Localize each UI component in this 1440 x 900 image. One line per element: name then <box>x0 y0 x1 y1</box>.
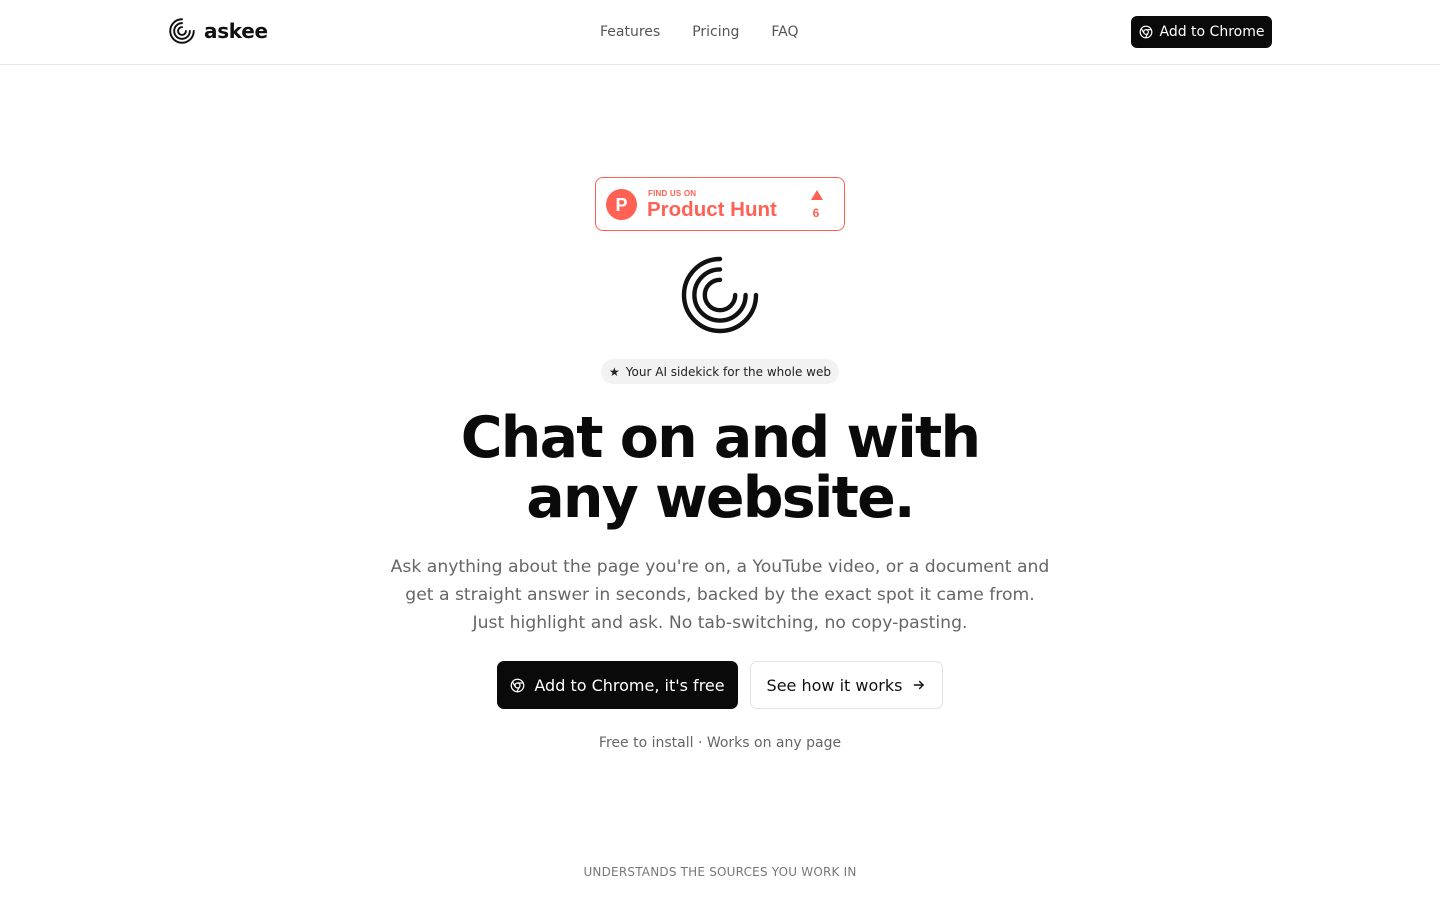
star-icon: ★ <box>609 364 620 379</box>
header-cta-label: Add to Chrome <box>1159 24 1265 40</box>
header-add-to-chrome-button[interactable]: Add to Chrome <box>1131 16 1272 48</box>
product-hunt-big-text: Product Hunt <box>647 198 777 221</box>
chrome-icon <box>510 678 525 693</box>
install-fine-print: Free to install · Works on any page <box>598 735 842 751</box>
sources-section-label: UNDERSTANDS THE SOURCES YOU WORK IN <box>583 865 857 879</box>
nav-link-pricing[interactable]: Pricing <box>692 22 739 42</box>
nav-link-features[interactable]: Features <box>600 22 660 42</box>
spiral-logo-icon <box>168 17 196 45</box>
chrome-icon <box>1139 25 1153 39</box>
brand-logo-link[interactable]: askee <box>168 16 268 46</box>
hero-headline-line-2: any website. <box>526 465 915 531</box>
secondary-cta-label: See how it works <box>766 675 903 695</box>
hero-subtext: Ask anything about the page you're on, a… <box>390 557 1050 633</box>
brand-name: askee <box>204 19 268 43</box>
nav-link-faq[interactable]: FAQ <box>771 22 798 42</box>
main-nav: Features Pricing FAQ <box>600 22 799 42</box>
upvote-triangle-icon <box>811 190 823 200</box>
product-hunt-small-text: FIND US ON <box>648 189 697 198</box>
product-hunt-upvote-count: 6 <box>812 206 820 220</box>
see-how-it-works-button[interactable]: See how it works <box>750 661 943 709</box>
tagline-pill: ★ Your AI sidekick for the whole web <box>601 359 839 384</box>
hero-spiral-logo-icon <box>680 255 760 335</box>
site-header: askee Features Pricing FAQ Add to Chrome <box>0 0 1440 65</box>
arrow-right-icon <box>912 678 926 692</box>
hero-headline: Chat on and with any website. <box>320 408 1120 528</box>
add-to-chrome-free-button[interactable]: Add to Chrome, it's free <box>497 661 738 709</box>
primary-cta-label: Add to Chrome, it's free <box>534 675 725 695</box>
product-hunt-badge[interactable]: P FIND US ON Product Hunt 6 <box>595 177 845 231</box>
hero-headline-line-1: Chat on and with <box>460 405 981 471</box>
product-hunt-logo-icon: P <box>606 189 637 220</box>
tagline-pill-text: Your AI sidekick for the whole web <box>625 364 831 379</box>
